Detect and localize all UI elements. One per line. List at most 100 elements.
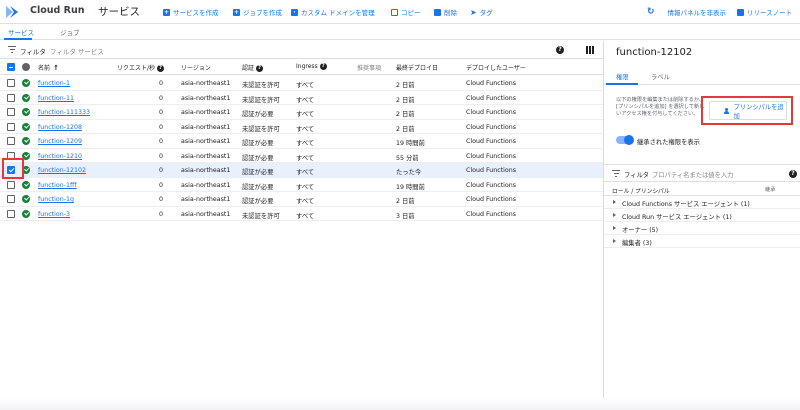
ingress-value: すべて [296,96,315,104]
page-title: サービス [98,6,140,18]
row-checkbox[interactable] [7,209,15,218]
table-row[interactable]: function-1210 0 asia-northeast1 認証が必要 すべて 55 … [0,149,603,163]
region-value: asia-northeast1 [181,123,231,131]
service-name-link[interactable]: function-1208 [38,124,82,131]
column-display-icon[interactable] [586,46,594,54]
last-deployed-value: 2 日前 [396,125,415,133]
info-panel: function-12102 権限 ラベル 以下の権限を編集または削除するか、[… [603,41,800,410]
col-region: リージョン [181,65,211,72]
requests-value: 0 [158,123,163,131]
row-checkbox[interactable] [7,195,15,203]
role-row[interactable]: オーナー (5) [604,222,800,235]
deployed-by-value: Cloud Functions [466,152,517,160]
role-row[interactable]: Cloud Functions サービス エージェント (1) [604,196,800,209]
deployed-by-value: Cloud Functions [466,138,517,145]
expand-arrow-icon[interactable] [613,226,616,230]
auth-value: 認証が必要 [242,169,274,176]
auth-value: 未認証を許可 [242,125,280,133]
manage-custom-domains-button[interactable]: · カスタム ドメインを管理 [291,7,375,17]
row-checkbox[interactable] [7,137,15,145]
tab-permissions[interactable]: 権限 [616,72,629,81]
create-service-button[interactable]: + サービスを作成 [163,7,219,17]
sort-up-icon: ↑ [53,64,59,72]
tab-services[interactable]: サービス [8,27,34,37]
table-row[interactable]: function-1g 0 asia-northeast1 認証が必要 すべて 2 日前 C… [0,192,603,207]
hide-info-panel-button[interactable]: ↻ 情報パネルを非表示 [647,7,726,17]
table-row[interactable]: function-1208 0 asia-northeast1 未認証を許可 すべて 2 … [0,120,603,134]
region-value: asia-northeast1 [181,138,231,145]
service-name-link[interactable]: function-12102 [38,167,86,174]
panel-filter-input[interactable]: プロパティ名または値を入力 [652,170,733,179]
ingress-value: すべて [296,154,315,162]
deployed-by-value: Cloud Functions [466,94,517,102]
service-name-link[interactable]: function-1 [38,80,70,87]
panel-title: function-12102 [616,47,693,58]
service-name-link[interactable]: function-1209 [38,138,82,145]
expand-arrow-icon[interactable] [613,200,616,204]
deployed-by-value: Cloud Functions [466,109,517,116]
service-name-link[interactable]: function-111333 [38,109,90,116]
table-row[interactable]: function-1fff 0 asia-northeast1 認証が必要 すべて 19 … [0,178,603,192]
table-row[interactable]: function-12102 0 asia-northeast1 認証が必要 すべて たっ… [0,163,603,178]
region-value: asia-northeast1 [181,167,231,174]
select-all-checkbox[interactable] [7,63,15,71]
filter-input[interactable]: フィルタ サービス [50,46,104,56]
auth-value: 未認証を許可 [242,96,280,104]
status-ok-icon [22,93,30,102]
role-row[interactable]: Cloud Run サービス エージェント (1) [604,209,800,222]
service-name-link[interactable]: function-3 [38,211,70,218]
table-row[interactable]: function-111333 0 asia-northeast1 認証が必要 すべて 2… [0,105,603,120]
col-name[interactable]: 名前 ↑ [38,63,59,72]
expand-arrow-icon[interactable] [613,213,616,217]
help-icon[interactable]: ? [789,170,797,178]
status-ok-icon [22,137,30,145]
region-value: asia-northeast1 [181,109,231,116]
row-checkbox[interactable] [7,93,15,102]
copy-button[interactable]: コピー [391,7,421,17]
table-row[interactable]: function-11 0 asia-northeast1 未認証を許可 すべて 2 日前… [0,91,603,105]
ingress-value: すべて [296,212,315,220]
ingress-value: すべて [296,82,315,89]
row-checkbox[interactable] [7,122,15,131]
toggle-label: 継承された権限を表示 [637,139,700,146]
last-deployed-value: 19 時間前 [396,183,425,191]
row-checkbox[interactable] [7,108,15,116]
role-row[interactable]: 編集者 (3) [604,235,800,248]
ingress-value: すべて [296,111,315,118]
last-deployed-value: 3 日前 [396,212,415,220]
refresh-icon: ↻ [647,7,655,17]
table-header: 名前 ↑ リクエスト/秒? リージョン 認証? Ingress? 推奨事項 最終デ… [0,59,603,75]
requests-value: 0 [158,152,163,160]
tab-jobs[interactable]: ジョブ [60,27,80,37]
delete-button[interactable]: 削除 [434,7,457,17]
requests-value: 0 [158,181,163,189]
active-tab-indicator [4,38,32,40]
tag-button[interactable]: ➤ タグ [470,7,493,18]
status-ok-icon [22,180,30,189]
help-icon: ? [256,65,264,72]
deployed-by-value: Cloud Functions [466,80,517,87]
col-inherited: 継承 [765,187,776,193]
service-name-link[interactable]: function-11 [38,95,74,102]
requests-value: 0 [158,109,163,116]
panel-filter-bar: フィルタ プロパティ名または値を入力 ? [604,164,800,182]
service-name-link[interactable]: function-1210 [38,153,82,160]
row-checkbox[interactable] [7,79,15,87]
tab-labels[interactable]: ラベル [651,72,670,81]
create-job-button[interactable]: + ジョブを作成 [233,7,282,17]
help-icon[interactable]: ? [556,46,564,54]
notes-icon [737,8,744,16]
status-ok-icon [22,122,30,131]
domain-icon: · [291,8,298,16]
table-row[interactable]: function-1 0 asia-northeast1 未認証を許可 すべて 2 日前 C… [0,76,603,91]
show-inherited-toggle[interactable] [616,135,634,145]
service-name-link[interactable]: function-1fff [38,182,77,189]
service-name-link[interactable]: function-1g [38,196,74,203]
table-row[interactable]: function-3 0 asia-northeast1 未認証を許可 すべて 3 日前 C… [0,207,603,221]
auth-value: 認証が必要 [242,183,274,191]
row-checkbox[interactable] [7,180,15,189]
expand-arrow-icon[interactable] [613,239,616,243]
table-row[interactable]: function-1209 0 asia-northeast1 認証が必要 すべて 19 … [0,134,603,149]
release-notes-button[interactable]: リリースノート [737,7,792,17]
status-ok-icon [22,195,30,203]
